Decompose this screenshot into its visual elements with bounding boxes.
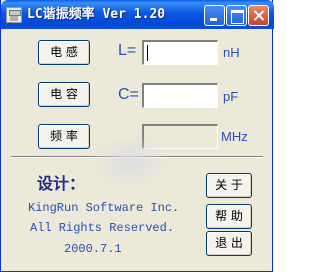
inductance-input[interactable] — [142, 40, 218, 65]
app-icon[interactable] — [6, 7, 22, 23]
date-text: 2000.7.1 — [64, 242, 122, 256]
frequency-unit: MHz — [221, 129, 248, 144]
blurred-region — [89, 134, 169, 190]
inductance-label: L= — [118, 42, 137, 59]
minimize-button[interactable] — [204, 5, 225, 26]
capacitance-button[interactable]: 电 容 — [38, 82, 90, 107]
capacitance-unit: pF — [223, 89, 239, 104]
rights-text: All Rights Reserved. — [30, 221, 175, 235]
design-label: 设计： — [37, 174, 86, 193]
inductance-unit: nH — [223, 45, 240, 60]
maximize-button[interactable] — [226, 5, 247, 26]
exit-button[interactable]: 退 出 — [206, 231, 252, 256]
help-button[interactable]: 帮 助 — [206, 204, 252, 229]
close-button[interactable] — [248, 5, 269, 26]
window-title: LC谐振频率 Ver 1.20 — [27, 7, 166, 22]
title-bar[interactable]: LC谐振频率 Ver 1.20 — [1, 0, 274, 29]
lc-resonance-window: LC谐振频率 Ver 1.20 电 感 L= nH 电 容 C= pF 频 率 … — [0, 0, 274, 272]
company-text: KingRun Software Inc. — [28, 201, 180, 215]
frequency-button[interactable]: 频 率 — [38, 124, 90, 149]
about-button[interactable]: 关 于 — [206, 173, 252, 198]
capacitance-label: C= — [118, 86, 139, 103]
text-caret — [147, 45, 148, 61]
inductance-button[interactable]: 电 感 — [38, 40, 90, 65]
capacitance-input[interactable] — [142, 83, 218, 108]
